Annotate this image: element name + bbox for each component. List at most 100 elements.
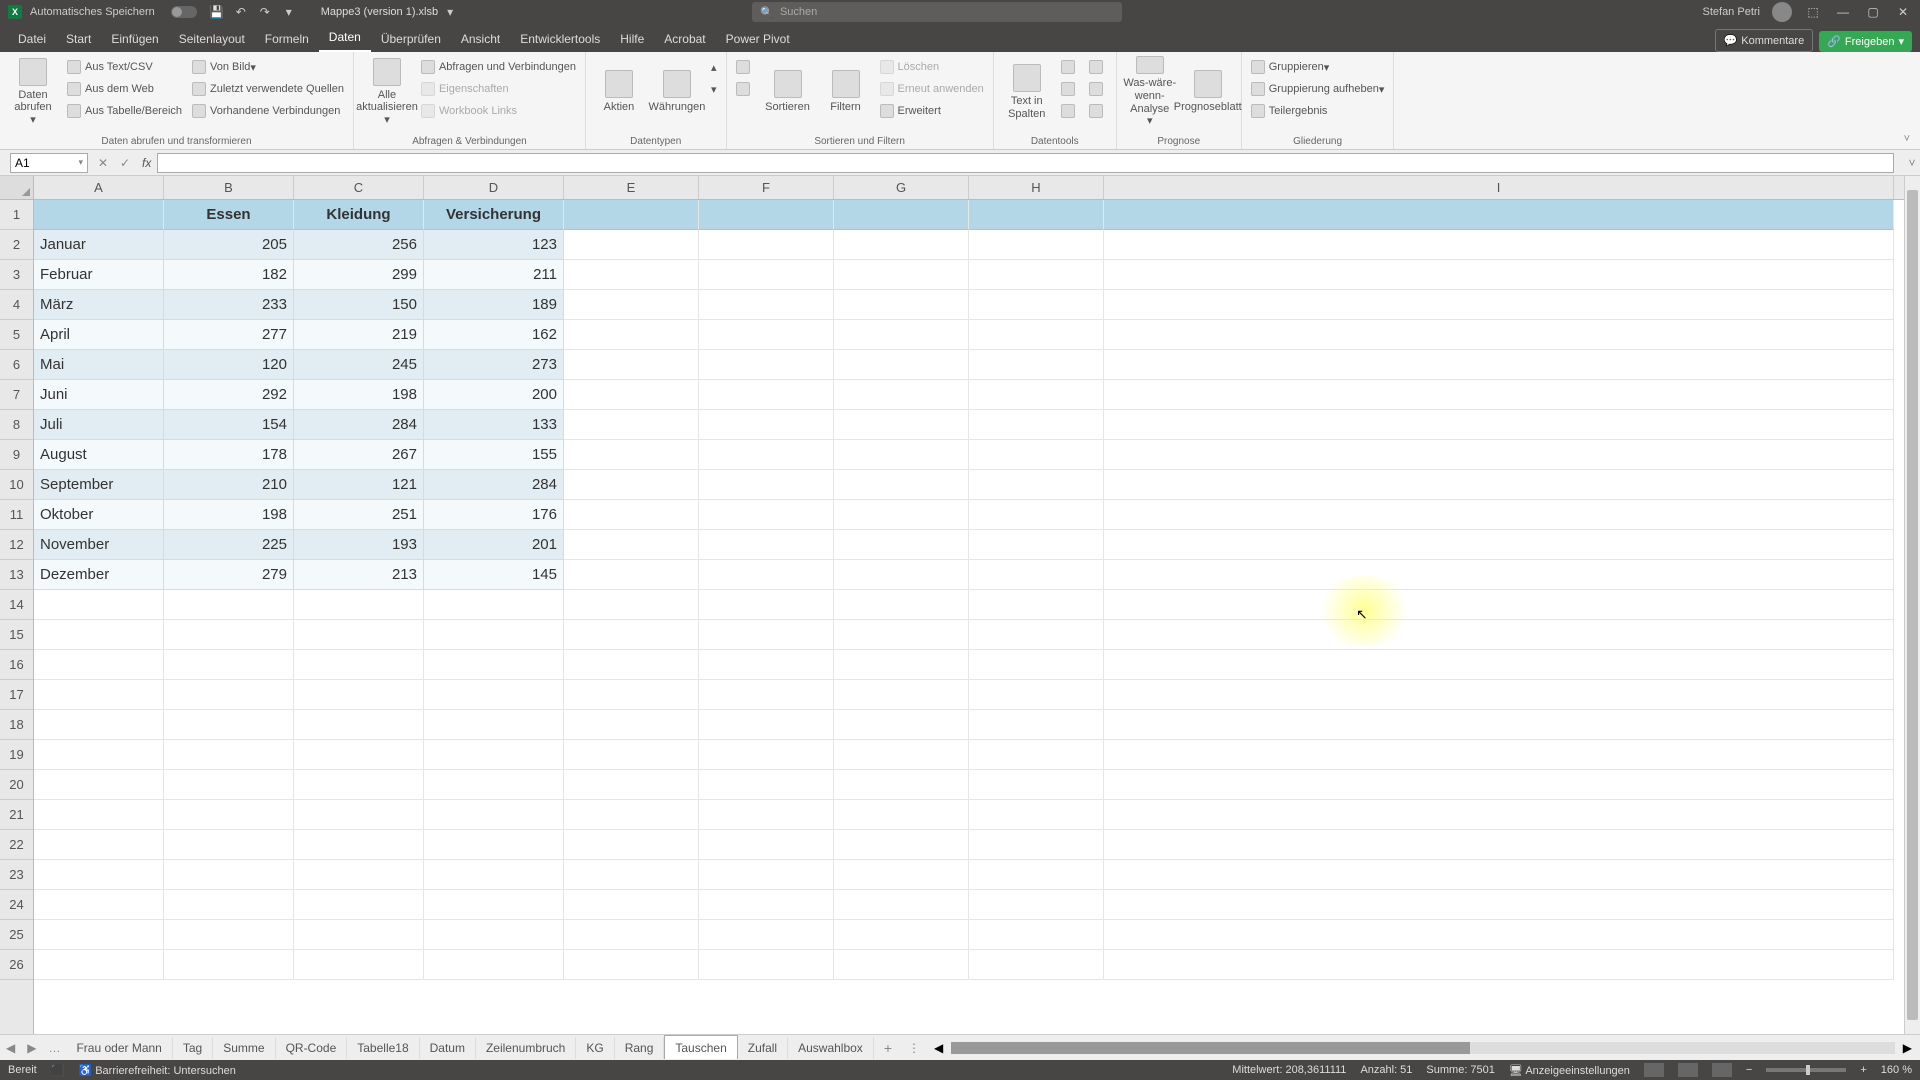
cell-E3[interactable] [564,260,699,290]
cell-D6[interactable]: 273 [424,350,564,380]
cell-C12[interactable]: 193 [294,530,424,560]
cell-B2[interactable]: 205 [164,230,294,260]
cell-F17[interactable] [699,680,834,710]
cell-G23[interactable] [834,860,969,890]
cell-A5[interactable]: April [34,320,164,350]
cell-H23[interactable] [969,860,1104,890]
cell-E19[interactable] [564,740,699,770]
cell-C11[interactable]: 251 [294,500,424,530]
cell-I17[interactable] [1104,680,1894,710]
cell-G20[interactable] [834,770,969,800]
maximize-icon[interactable]: ▢ [1864,5,1882,19]
cell-F19[interactable] [699,740,834,770]
cell-C4[interactable]: 150 [294,290,424,320]
row-header-13[interactable]: 13 [0,560,33,590]
cell-H11[interactable] [969,500,1104,530]
zoom-slider[interactable] [1766,1068,1846,1072]
sheet-tab-zufall[interactable]: Zufall [738,1037,788,1059]
cell-G5[interactable] [834,320,969,350]
cell-D2[interactable]: 123 [424,230,564,260]
row-header-8[interactable]: 8 [0,410,33,440]
cell-D12[interactable]: 201 [424,530,564,560]
display-settings[interactable]: 🖥 Anzeigeeinstellungen [1509,1064,1630,1077]
minimize-icon[interactable]: — [1834,5,1852,19]
cell-G19[interactable] [834,740,969,770]
cell-G10[interactable] [834,470,969,500]
cell-D4[interactable]: 189 [424,290,564,320]
cell-H22[interactable] [969,830,1104,860]
cell-I11[interactable] [1104,500,1894,530]
accept-formula-icon[interactable]: ✓ [114,156,136,170]
cell-I10[interactable] [1104,470,1894,500]
cell-H8[interactable] [969,410,1104,440]
cell-A4[interactable]: März [34,290,164,320]
horizontal-scrollbar[interactable]: ◀▶ [926,1041,1920,1055]
cell-E7[interactable] [564,380,699,410]
cell-F11[interactable] [699,500,834,530]
sheet-tab-tauschen[interactable]: Tauschen [664,1035,737,1059]
cell-E18[interactable] [564,710,699,740]
menu-tab-hilfe[interactable]: Hilfe [610,26,654,52]
menu-tab-überprüfen[interactable]: Überprüfen [371,26,451,52]
cell-H20[interactable] [969,770,1104,800]
zoom-in-button[interactable]: + [1860,1064,1866,1076]
cell-D23[interactable] [424,860,564,890]
cell-A19[interactable] [34,740,164,770]
cell-E12[interactable] [564,530,699,560]
sheet-tab-rang[interactable]: Rang [615,1037,665,1059]
sheet-nav-more[interactable]: … [42,1041,66,1055]
cell-A6[interactable]: Mai [34,350,164,380]
cell-F12[interactable] [699,530,834,560]
cell-A21[interactable] [34,800,164,830]
cell-D11[interactable]: 176 [424,500,564,530]
cell-I5[interactable] [1104,320,1894,350]
cell-E17[interactable] [564,680,699,710]
cell-I15[interactable] [1104,620,1894,650]
row-header-4[interactable]: 4 [0,290,33,320]
menu-tab-start[interactable]: Start [56,26,101,52]
row-header-18[interactable]: 18 [0,710,33,740]
cell-I9[interactable] [1104,440,1894,470]
cell-B13[interactable]: 279 [164,560,294,590]
menu-tab-power pivot[interactable]: Power Pivot [716,26,800,52]
cell-H1[interactable] [969,200,1104,230]
row-header-3[interactable]: 3 [0,260,33,290]
cell-H2[interactable] [969,230,1104,260]
expand-formula-icon[interactable]: ˅ [1904,156,1920,170]
cell-D17[interactable] [424,680,564,710]
qat-more-icon[interactable]: ▾ [281,5,297,19]
cell-B8[interactable]: 154 [164,410,294,440]
cell-F4[interactable] [699,290,834,320]
from-table-button[interactable]: Aus Tabelle/Bereich [64,100,185,122]
avatar[interactable] [1772,2,1792,22]
cell-C23[interactable] [294,860,424,890]
cell-H19[interactable] [969,740,1104,770]
menu-tab-ansicht[interactable]: Ansicht [451,26,510,52]
cell-B15[interactable] [164,620,294,650]
cell-G24[interactable] [834,890,969,920]
cell-B19[interactable] [164,740,294,770]
cell-C13[interactable]: 213 [294,560,424,590]
cell-G9[interactable] [834,440,969,470]
cell-D3[interactable]: 211 [424,260,564,290]
cell-B17[interactable] [164,680,294,710]
menu-tab-datei[interactable]: Datei [8,26,56,52]
sheet-tab-datum[interactable]: Datum [420,1037,476,1059]
relationships-button[interactable] [1086,78,1110,100]
cell-E1[interactable] [564,200,699,230]
cell-F25[interactable] [699,920,834,950]
row-header-9[interactable]: 9 [0,440,33,470]
cell-D13[interactable]: 145 [424,560,564,590]
cell-G25[interactable] [834,920,969,950]
advanced-filter-button[interactable]: Erweitert [877,100,987,122]
search-box[interactable]: 🔍 Suchen [752,2,1122,22]
macro-record-icon[interactable]: ⬛ [51,1064,65,1077]
cell-G7[interactable] [834,380,969,410]
cell-A7[interactable]: Juni [34,380,164,410]
cell-H6[interactable] [969,350,1104,380]
cell-A1[interactable] [34,200,164,230]
cell-D9[interactable]: 155 [424,440,564,470]
cell-I16[interactable] [1104,650,1894,680]
accessibility-status[interactable]: ♿ Barrierefreiheit: Untersuchen [78,1064,235,1077]
sheet-nav-next[interactable]: ▶ [21,1041,42,1055]
